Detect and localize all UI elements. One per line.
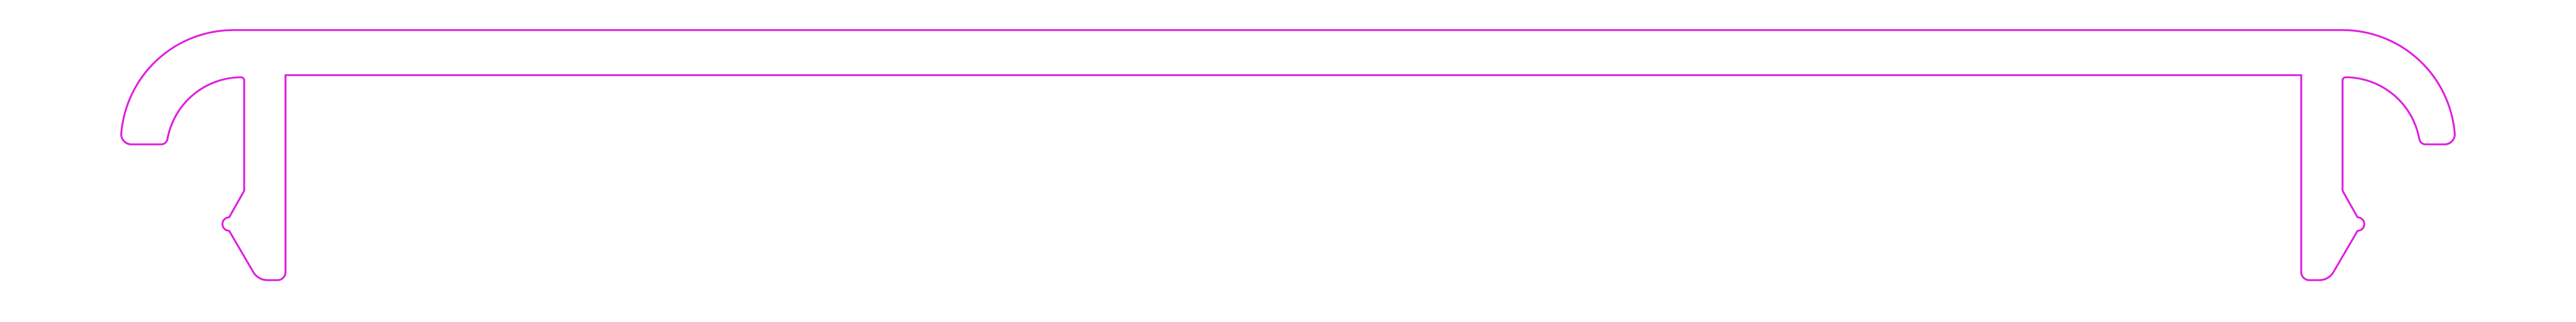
- profile-drawing-canvas: [120, 29, 2456, 281]
- profile-outline: [120, 29, 2456, 281]
